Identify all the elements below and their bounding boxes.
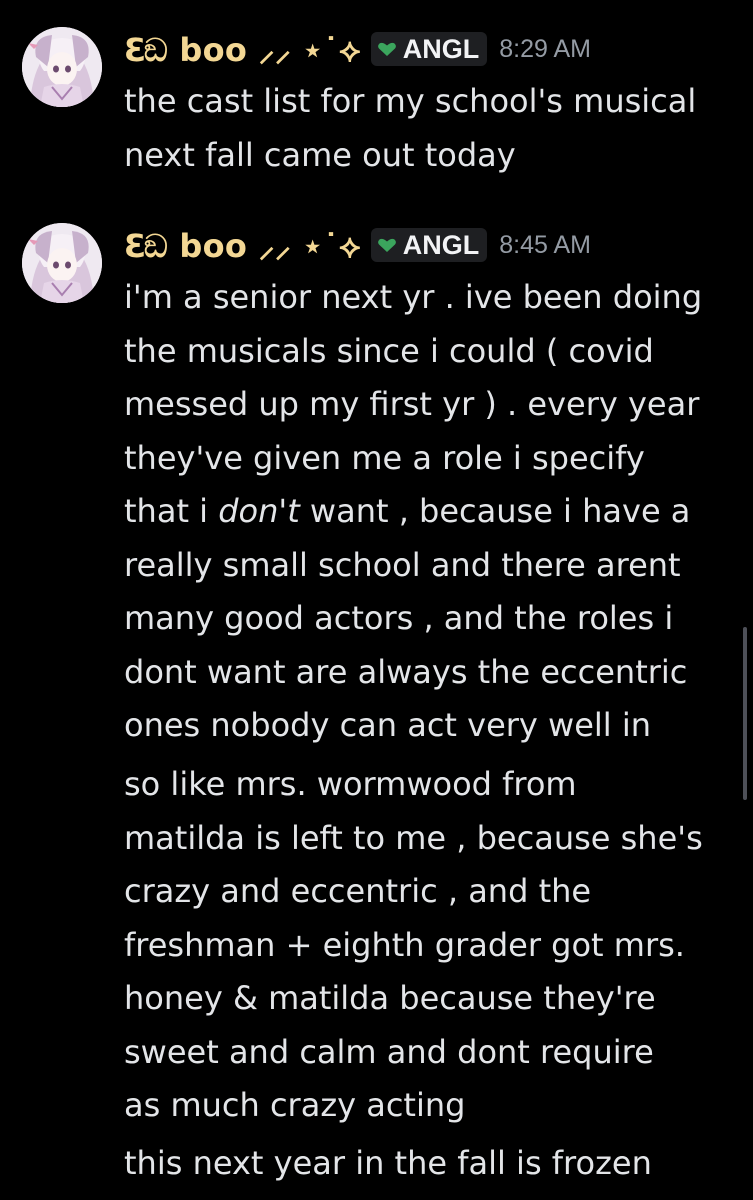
message-line: dont want are always the eccentric [124,652,688,691]
scrollbar-thumb[interactable] [743,627,747,800]
message-header: ℇඞ boo ⸝⸝ ⋆˙⟡ ANGL 8:29 AM [124,27,591,71]
message-line: the cast list for my school's musical [124,82,697,120]
message-line: this next year in the fall is frozen [124,1144,652,1182]
emphasis-italic: don't [218,492,300,530]
server-tag[interactable]: ANGL [370,228,488,262]
emphasis-after: want , because i have a [299,492,691,530]
message-content: this next year in the fall is frozen [124,1137,734,1191]
message-line: so like mrs. wormwood from [124,765,577,803]
message-line: they've given me a role i specify [124,438,645,477]
message-line: many good actors , and the roles i [124,599,674,637]
message-continuation: so like mrs. wormwood from matilda is le… [0,758,753,1133]
message-content: so like mrs. wormwood from matilda is le… [124,758,734,1133]
message-line: ones nobody can act very well in [124,706,652,744]
green-heart-icon [377,238,396,252]
anime-girl-avatar-icon [22,223,102,303]
message-line: crazy and eccentric , and the [124,872,592,910]
message-line: really small school and there arent [124,545,681,584]
message-line: freshman + eighth grader got mrs. [124,925,685,964]
message-content: the cast list for my school's musical ne… [124,75,734,182]
anime-girl-avatar-icon [22,27,102,107]
green-heart-icon [377,42,396,56]
message-header: ℇඞ boo ⸝⸝ ⋆˙⟡ ANGL 8:45 AM [124,223,591,267]
server-tag[interactable]: ANGL [370,32,488,66]
message-line: i'm a senior next yr . ive been doing [124,278,703,316]
message-line: messed up my first yr ) . every year [124,385,700,423]
timestamp[interactable]: 8:45 AM [499,231,591,260]
username[interactable]: ℇඞ boo ⸝⸝ ⋆˙⟡ [124,28,361,71]
message-line: next fall came out today [124,135,516,174]
message-content: i'm a senior next yr . ive been doing th… [124,271,734,753]
message-line: honey & matilda because they're [124,979,656,1017]
avatar[interactable] [22,27,102,107]
message-line: as much crazy acting [124,1086,466,1124]
avatar[interactable] [22,223,102,303]
message-line-emphasis: that i don't want , because i have a [124,485,734,539]
timestamp[interactable]: 8:29 AM [499,35,591,64]
username[interactable]: ℇඞ boo ⸝⸝ ⋆˙⟡ [124,224,361,267]
tag-label: ANGL [402,229,480,260]
chat-messages: ℇඞ boo ⸝⸝ ⋆˙⟡ ANGL 8:29 AM the cast list… [0,0,753,1200]
message-group: ℇඞ boo ⸝⸝ ⋆˙⟡ ANGL 8:29 AM the cast list… [0,27,753,187]
tag-label: ANGL [402,33,480,64]
message-line: matilda is left to me , because she's [124,818,703,857]
message-group: ℇඞ boo ⸝⸝ ⋆˙⟡ ANGL 8:45 AM i'm a senior … [0,223,753,753]
message-line: sweet and calm and dont require [124,1032,654,1071]
message-continuation: this next year in the fall is frozen [0,1137,753,1197]
emphasis-before: that i [124,492,219,530]
message-line: the musicals since i could ( covid [124,331,654,370]
